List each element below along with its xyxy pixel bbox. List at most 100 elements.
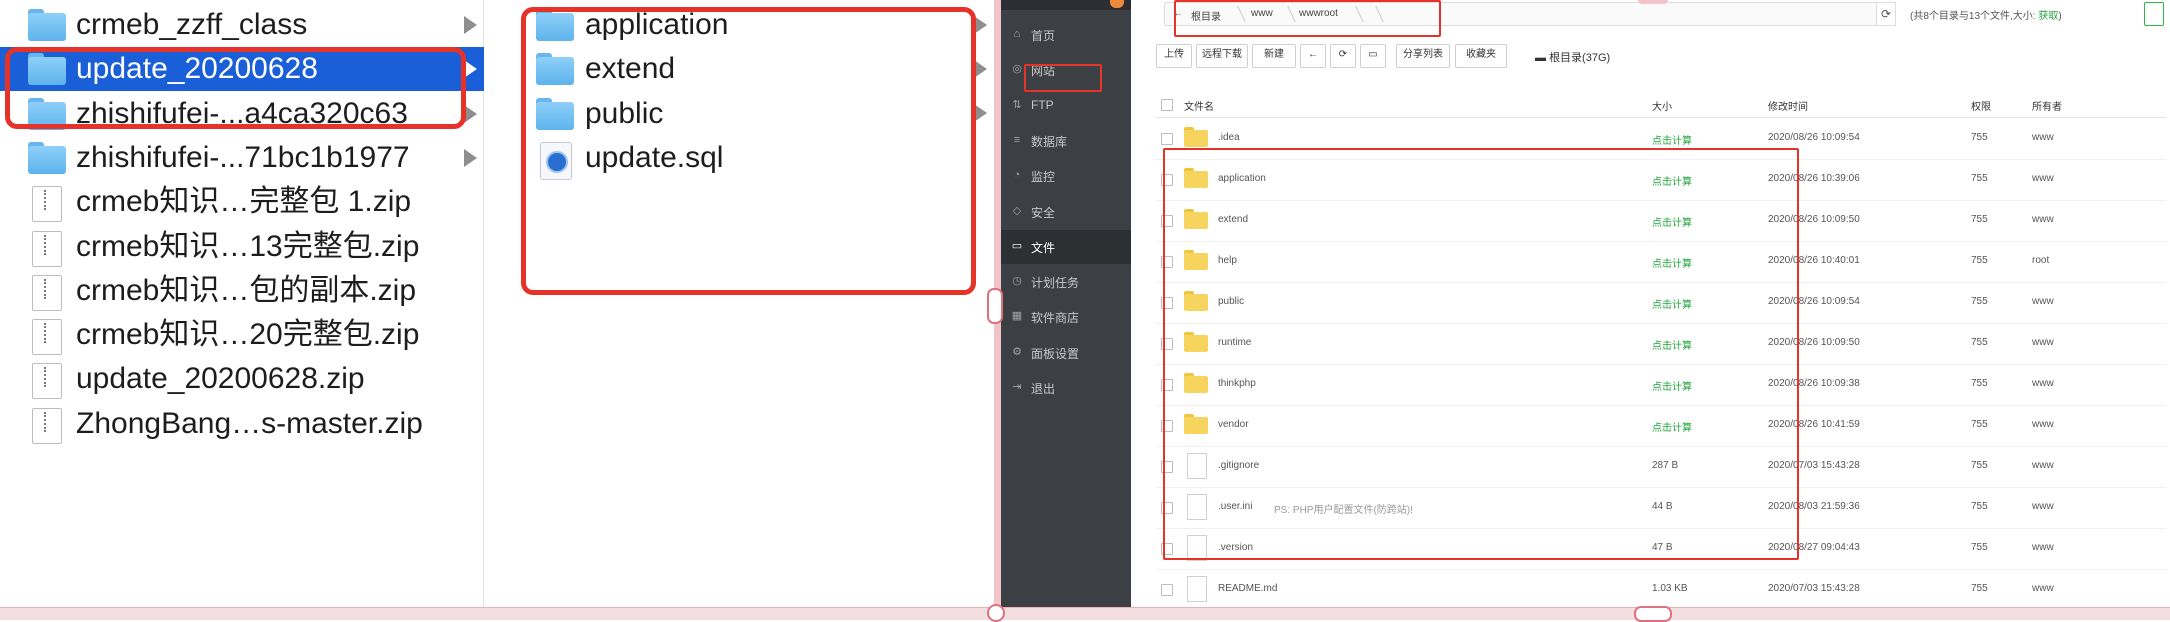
table-row[interactable]: thinkphp 点击计算 2020/08/26 10:09:38 755 www [1156,364,2166,406]
panel-extra-button[interactable] [2144,2,2164,26]
finder-file-item[interactable]: update_20200628.zip [0,357,484,401]
resize-handle[interactable] [987,604,1005,622]
sidebar-item[interactable]: ≡ 数据库 [1001,124,1131,158]
sidebar-item[interactable]: ◷ 计划任务 [1001,265,1131,299]
file-name[interactable]: help [1218,255,1237,266]
file-perm[interactable]: 755 [1971,296,1988,307]
toolbar-button[interactable]: 远程下载 [1196,44,1248,68]
finder-file-item[interactable]: crmeb知识…完整包 1.zip [0,180,484,224]
sidebar-item[interactable]: ⇅ FTP [1001,89,1131,123]
file-owner[interactable]: www [2032,214,2054,225]
row-checkbox[interactable] [1161,297,1173,309]
col-owner[interactable]: 所有者 [2032,98,2062,113]
crumb-www[interactable]: www [1251,8,1273,19]
file-name[interactable]: .gitignore [1218,460,1259,471]
finder-folder-item[interactable]: zhishifufei-...71bc1b1977 [0,136,484,180]
file-size[interactable]: 点击计算 [1652,337,1692,352]
crumb-root[interactable]: 根目录 [1191,8,1221,23]
table-row[interactable]: public 点击计算 2020/08/26 10:09:54 755 www [1156,282,2166,324]
finder-file-item[interactable]: crmeb知识…20完整包.zip [0,313,484,357]
row-checkbox[interactable] [1161,338,1173,350]
table-row[interactable]: help 点击计算 2020/08/26 10:40:01 755 root [1156,241,2166,283]
file-owner[interactable]: www [2032,296,2054,307]
resize-handle[interactable] [987,288,1003,324]
file-size[interactable]: 点击计算 [1652,173,1692,188]
table-row[interactable]: .idea 点击计算 2020/08/26 10:09:54 755 www [1156,118,2166,160]
refresh-icon[interactable]: ⟳ [1876,2,1896,26]
file-perm[interactable]: 755 [1971,378,1988,389]
file-perm[interactable]: 755 [1971,583,1988,594]
file-perm[interactable]: 755 [1971,419,1988,430]
sidebar-item[interactable]: ⌂ 首页 [1001,18,1131,52]
finder-folder-item[interactable]: zhishifufei-...a4ca320c63 [0,92,484,136]
toolbar-button[interactable]: ← [1300,44,1326,68]
toolbar-button[interactable]: 收藏夹 [1455,44,1507,68]
table-row[interactable]: .gitignore 287 B 2020/07/03 15:43:28 755 www [1156,446,2166,488]
finder-folder-item[interactable]: crmeb_zzff_class [0,3,484,47]
sidebar-item[interactable]: ◎ 网站 [1001,53,1131,87]
row-checkbox[interactable] [1161,461,1173,473]
top-handle[interactable] [1638,0,1668,4]
file-size[interactable]: 点击计算 [1652,419,1692,434]
file-owner[interactable]: www [2032,378,2054,389]
finder-folder-item[interactable]: public [484,92,994,136]
finder-file-item[interactable]: update.sql [484,136,994,180]
disk-root-button[interactable]: ▬ 根目录(37G) [1535,49,1610,65]
bottom-scroll-bar[interactable] [0,607,2170,620]
table-row[interactable]: application 点击计算 2020/08/26 10:39:06 755 www [1156,159,2166,201]
toolbar-button[interactable]: ⟳ [1330,44,1356,68]
select-all-checkbox[interactable] [1161,99,1173,111]
file-name[interactable]: extend [1218,214,1248,225]
path-breadcrumb[interactable]: ← 根目录 www wwwroot [1164,2,1896,26]
file-owner[interactable]: www [2032,173,2054,184]
finder-folder-item[interactable]: update_20200628 [0,47,484,92]
table-row[interactable]: .user.ini 44 B 2020/08/03 21:59:36 755 www PS… [1156,487,2166,529]
file-owner[interactable]: www [2032,583,2054,594]
file-perm[interactable]: 755 [1971,132,1988,143]
file-name[interactable]: .version [1218,542,1253,553]
file-perm[interactable]: 755 [1971,460,1988,471]
file-owner[interactable]: www [2032,542,2054,553]
file-name[interactable]: thinkphp [1218,378,1256,389]
row-checkbox[interactable] [1161,379,1173,391]
summary-get-link[interactable]: 获取 [2038,11,2058,22]
row-checkbox[interactable] [1161,174,1173,186]
finder-folder-item[interactable]: extend [484,47,994,91]
file-perm[interactable]: 755 [1971,337,1988,348]
file-size[interactable]: 点击计算 [1652,214,1692,229]
file-owner[interactable]: www [2032,337,2054,348]
file-owner[interactable]: www [2032,501,2054,512]
file-owner[interactable]: www [2032,460,2054,471]
finder-file-item[interactable]: crmeb知识…13完整包.zip [0,225,484,269]
row-checkbox[interactable] [1161,256,1173,268]
file-size[interactable]: 点击计算 [1652,296,1692,311]
col-perm[interactable]: 权限 [1971,98,1991,113]
row-checkbox[interactable] [1161,543,1173,555]
finder-folder-item[interactable]: application [484,3,994,47]
table-row[interactable]: extend 点击计算 2020/08/26 10:09:50 755 www [1156,200,2166,242]
file-name[interactable]: README.md [1218,583,1277,594]
sidebar-item[interactable]: ⚙ 面板设置 [1001,336,1131,370]
file-owner[interactable]: www [2032,132,2054,143]
sidebar-item[interactable]: ▭ 文件 [1001,229,1131,264]
row-checkbox[interactable] [1161,584,1173,596]
finder-file-item[interactable]: ZhongBang…s-master.zip [0,402,484,446]
file-name[interactable]: application [1218,173,1266,184]
finder-file-item[interactable]: crmeb知识…包的副本.zip [0,269,484,313]
toolbar-button[interactable]: 分享列表 [1396,44,1450,68]
toolbar-button[interactable]: ▭ [1360,44,1386,68]
file-size[interactable]: 点击计算 [1652,378,1692,393]
sidebar-item[interactable]: ▦ 软件商店 [1001,300,1131,334]
col-mtime[interactable]: 修改时间 [1768,98,1808,113]
file-name[interactable]: runtime [1218,337,1251,348]
file-perm[interactable]: 755 [1971,214,1988,225]
file-name[interactable]: .user.ini [1218,501,1252,512]
sidebar-item[interactable]: ◔ 监控 [1001,159,1131,193]
row-checkbox[interactable] [1161,502,1173,514]
table-row[interactable]: vendor 点击计算 2020/08/26 10:41:59 755 www [1156,405,2166,447]
file-perm[interactable]: 755 [1971,255,1988,266]
table-row[interactable]: runtime 点击计算 2020/08/26 10:09:50 755 www [1156,323,2166,365]
file-perm[interactable]: 755 [1971,542,1988,553]
file-name[interactable]: .idea [1218,132,1240,143]
file-name[interactable]: vendor [1218,419,1249,430]
